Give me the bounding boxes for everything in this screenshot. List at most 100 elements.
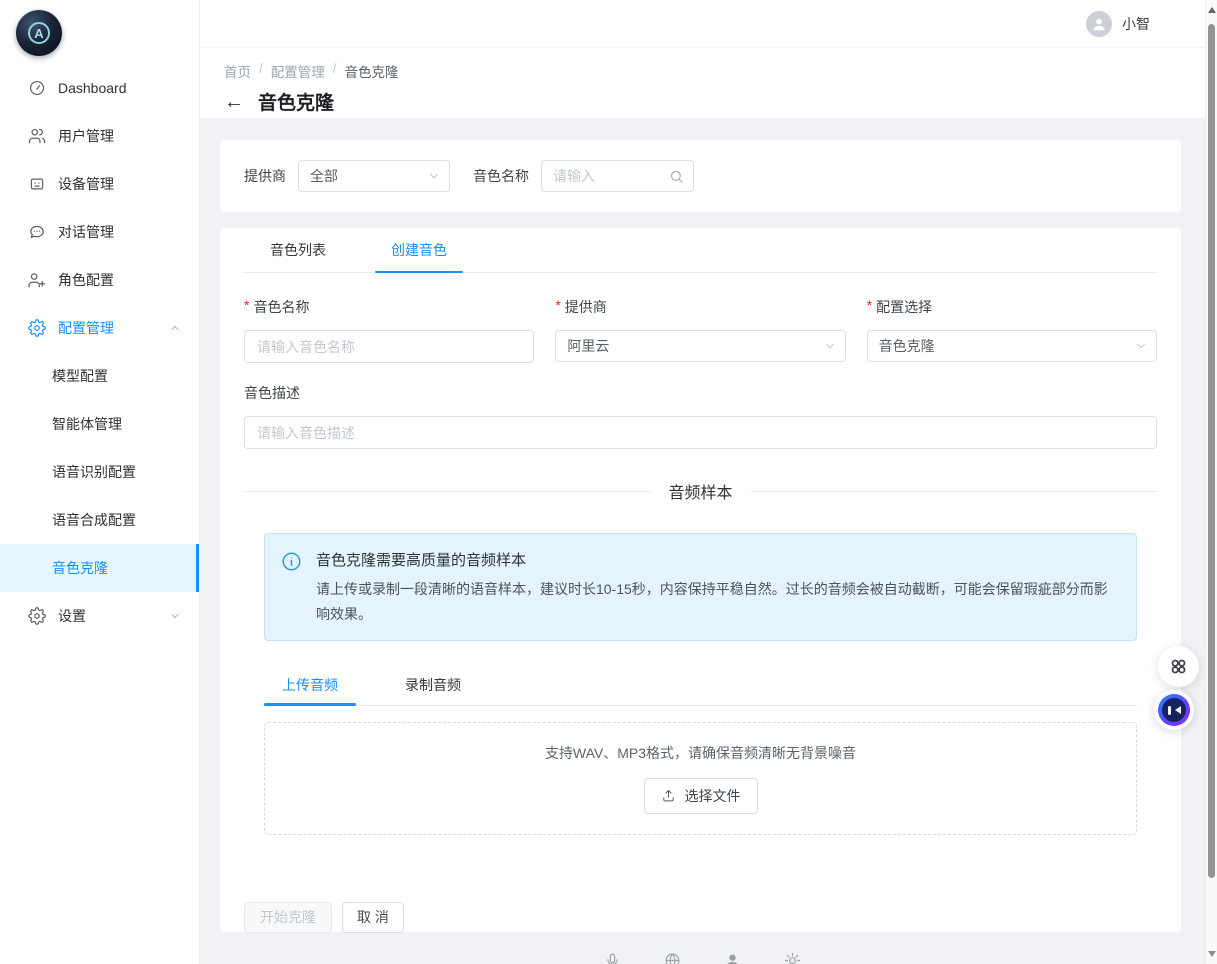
submenu-label: 智能体管理 (52, 414, 122, 434)
logo-wrap: A (0, 0, 199, 62)
provider-label: * 提供商 (555, 297, 845, 317)
sidebar-item-agent-management[interactable]: 智能体管理 (0, 400, 199, 448)
sidebar-item-label: 设置 (58, 606, 86, 626)
chat-bubble-icon (28, 223, 46, 241)
user-plus-icon (28, 271, 46, 289)
sidebar-menu: Dashboard 用户管理 设备管理 对话管理 角色配置 (0, 64, 199, 640)
four-dots-icon (1168, 656, 1189, 677)
submenu-label: 音色克隆 (52, 558, 108, 578)
voice-clone-card: 音色列表 创建音色 * 音色名称 * 提供商 阿里云 (220, 228, 1181, 932)
gauge-icon (28, 79, 46, 97)
scrollbar-thumb[interactable] (1208, 24, 1215, 878)
sidebar-item-voice-clone[interactable]: 音色克隆 (0, 544, 199, 592)
voice-name-filter-label: 音色名称 (473, 166, 529, 186)
cancel-button[interactable]: 取 消 (342, 902, 404, 933)
sidebar-item-tts-config[interactable]: 语音合成配置 (0, 496, 199, 544)
provider-select[interactable]: 阿里云 (555, 330, 845, 362)
logo-letter: A (28, 22, 50, 44)
choose-file-label: 选择文件 (685, 786, 741, 806)
chevron-down-icon (427, 169, 441, 183)
sidebar-item-label: 配置管理 (58, 318, 114, 338)
required-mark: * (244, 297, 249, 317)
required-mark: * (867, 297, 872, 317)
gear-icon (784, 952, 801, 964)
page-title: 音色克隆 (258, 88, 334, 115)
chevron-up-icon (169, 322, 181, 334)
sidebar-item-config[interactable]: 配置管理 (0, 304, 199, 352)
sidebar-item-conversations[interactable]: 对话管理 (0, 208, 199, 256)
breadcrumb-config[interactable]: 配置管理 (271, 61, 325, 81)
breadcrumb-separator: / (259, 61, 263, 81)
provider-filter-value: 全部 (310, 166, 338, 186)
chevron-down-icon (169, 610, 181, 622)
filter-card: 提供商 全部 音色名称 (220, 140, 1181, 212)
config-submenu: 模型配置 智能体管理 语音识别配置 语音合成配置 音色克隆 (0, 352, 199, 592)
create-voice-form: * 音色名称 * 提供商 阿里云 * (244, 297, 1157, 363)
submenu-label: 语音合成配置 (52, 510, 136, 530)
scrollbar-up-arrow[interactable] (1208, 7, 1216, 13)
voice-name-input[interactable] (244, 330, 534, 363)
alert-title: 音色克隆需要高质量的音频样本 (316, 549, 1116, 570)
breadcrumb-home[interactable]: 首页 (224, 61, 251, 81)
user-name: 小智 (1122, 14, 1150, 34)
widget-grid-button[interactable] (1158, 646, 1199, 687)
audio-sample-divider: 音频样本 (244, 479, 1157, 503)
choose-file-button[interactable]: 选择文件 (644, 778, 758, 814)
sidebar-item-dashboard[interactable]: Dashboard (0, 64, 199, 112)
config-select-value: 音色克隆 (879, 336, 935, 356)
provider-filter-select[interactable]: 全部 (298, 160, 450, 192)
device-icon (28, 175, 46, 193)
content-area: 提供商 全部 音色名称 音色列表 创建音色 * 音色名称 (200, 118, 1205, 964)
breadcrumb: 首页 / 配置管理 / 音色克隆 (224, 61, 1205, 81)
chevron-down-icon (1134, 339, 1148, 353)
microphone-icon (604, 952, 621, 964)
gear-icon (28, 319, 46, 337)
info-icon (281, 551, 302, 572)
voice-name-search-input[interactable] (544, 168, 669, 184)
sidebar-item-label: 对话管理 (58, 222, 114, 242)
app-logo[interactable]: A (16, 10, 62, 56)
provider-filter-label: 提供商 (244, 166, 286, 186)
tab-upload-audio[interactable]: 上传音频 (264, 668, 356, 705)
search-icon[interactable] (669, 169, 684, 184)
alert-description: 请上传或录制一段清晰的语音样本，建议时长10-15秒，内容保持平稳自然。过长的音… (316, 577, 1116, 627)
provider-select-value: 阿里云 (567, 336, 609, 356)
sidebar-item-asr-config[interactable]: 语音识别配置 (0, 448, 199, 496)
gear-icon (28, 607, 46, 625)
sidebar-item-label: 设备管理 (58, 174, 114, 194)
start-clone-button[interactable]: 开始克隆 (244, 902, 332, 933)
submenu-label: 语音识别配置 (52, 462, 136, 482)
vertical-scrollbar (1205, 0, 1217, 964)
breadcrumb-separator: / (333, 61, 337, 81)
tab-record-audio[interactable]: 录制音频 (387, 668, 479, 705)
audio-sample-title: 音频样本 (669, 479, 733, 503)
tab-create-voice[interactable]: 创建音色 (375, 228, 463, 272)
user-menu[interactable]: 小智 (1086, 11, 1150, 37)
voice-name-search-box (541, 160, 694, 192)
footer-icons (200, 952, 1205, 964)
config-select[interactable]: 音色克隆 (867, 330, 1157, 362)
audio-tabs: 上传音频 录制音频 (264, 668, 1137, 706)
voice-desc-input[interactable] (244, 416, 1157, 449)
required-mark: * (555, 297, 560, 317)
form-actions: 开始克隆 取 消 (244, 902, 1157, 933)
robot-avatar-icon (1158, 694, 1190, 726)
sidebar-item-devices[interactable]: 设备管理 (0, 160, 199, 208)
tab-voice-list[interactable]: 音色列表 (254, 228, 342, 272)
upload-hint: 支持WAV、MP3格式，请确保音频清晰无背景噪音 (545, 743, 856, 763)
sidebar-item-users[interactable]: 用户管理 (0, 112, 199, 160)
back-arrow-icon[interactable]: ← (224, 92, 244, 112)
upload-dropzone: 支持WAV、MP3格式，请确保音频清晰无背景噪音 选择文件 (264, 722, 1137, 835)
config-select-label: * 配置选择 (867, 297, 1157, 317)
page-header: 首页 / 配置管理 / 音色克隆 ← 音色克隆 (200, 48, 1205, 118)
scrollbar-down-arrow[interactable] (1208, 951, 1216, 957)
sidebar-item-roles[interactable]: 角色配置 (0, 256, 199, 304)
sidebar: A Dashboard 用户管理 设备管理 对话管理 (0, 0, 200, 964)
globe-icon (664, 952, 681, 964)
info-alert: 音色克隆需要高质量的音频样本 请上传或录制一段清晰的语音样本，建议时长10-15… (264, 533, 1137, 641)
sidebar-item-model-config[interactable]: 模型配置 (0, 352, 199, 400)
sidebar-item-settings[interactable]: 设置 (0, 592, 199, 640)
assistant-robot-button[interactable] (1154, 690, 1194, 730)
voice-desc-label: 音色描述 (244, 383, 1157, 403)
topbar: 小智 (200, 0, 1205, 48)
